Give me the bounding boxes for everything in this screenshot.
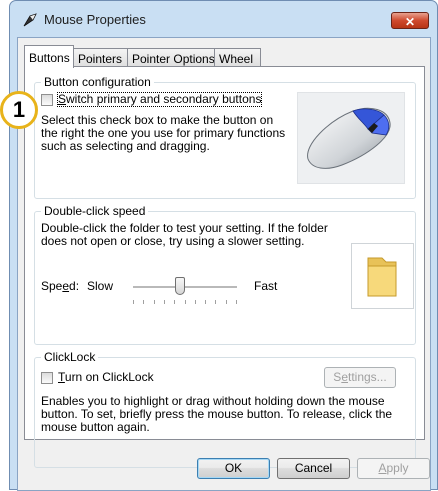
callout-badge: 1 [0, 91, 38, 129]
tab-label: Wheel [219, 52, 254, 66]
cancel-button[interactable]: Cancel [277, 458, 350, 479]
switch-buttons-checkbox[interactable] [41, 94, 53, 106]
folder-icon [367, 257, 397, 297]
mouse-properties-window: Mouse Properties ✕ Buttons Pointers Poin… [9, 0, 438, 491]
speed-slider-ticks [133, 300, 237, 304]
group-title: Double-click speed [41, 204, 149, 218]
mouse-image-frame [297, 92, 405, 184]
clicklock-description: Enables you to highlight or drag without… [41, 394, 393, 434]
tab-label: Pointers [78, 52, 123, 66]
tab-label: Buttons [29, 51, 70, 65]
tab-pointers[interactable]: Pointers [73, 48, 128, 67]
slider-tick [133, 300, 134, 304]
cancel-label: Cancel [294, 461, 333, 475]
slider-tick [143, 300, 144, 304]
tab-wheel[interactable]: Wheel [214, 48, 261, 67]
clicklock-checkbox[interactable] [41, 372, 53, 384]
group-title: ClickLock [41, 350, 99, 364]
fast-label: Fast [254, 279, 278, 293]
button-configuration-group: Button configuration Switch primary and … [34, 75, 416, 199]
slider-tick [215, 300, 216, 304]
slider-tick [174, 300, 175, 304]
close-button[interactable]: ✕ [391, 12, 429, 29]
slider-tick [236, 300, 237, 304]
slider-tick [185, 300, 186, 304]
slider-tick [226, 300, 227, 304]
clicklock-settings-button[interactable]: Settings... [324, 367, 396, 388]
speed-slider-thumb[interactable] [174, 277, 185, 295]
group-title: Button configuration [41, 75, 154, 89]
dialog-client: Buttons Pointers Pointer Options Wheel B… [17, 37, 431, 491]
buttons-tab-panel: Button configuration Switch primary and … [24, 66, 425, 468]
test-folder-frame[interactable] [351, 243, 414, 309]
slider-tick [164, 300, 165, 304]
tab-label: Pointer Options [132, 52, 215, 66]
speed-slider-track[interactable] [133, 286, 237, 289]
title-bar[interactable]: Mouse Properties ✕ [10, 1, 437, 37]
ok-button[interactable]: OK [197, 458, 270, 479]
clicklock-group: ClickLock Turn on ClickLock Settings... … [34, 350, 416, 468]
clicklock-label[interactable]: Turn on ClickLock [58, 371, 154, 384]
switch-buttons-label[interactable]: Switch primary and secondary buttons [56, 92, 263, 107]
window-title: Mouse Properties [44, 12, 146, 27]
close-icon: ✕ [404, 15, 416, 29]
apply-button[interactable]: Apply [357, 458, 430, 479]
ok-label: OK [224, 461, 243, 475]
double-click-description: Double-click the folder to test your set… [41, 221, 328, 248]
slider-tick [195, 300, 196, 304]
slider-tick [205, 300, 206, 304]
mouse-icon [307, 107, 391, 169]
tab-pointer-options[interactable]: Pointer Options [127, 48, 215, 67]
mouse-pointer-icon [23, 13, 37, 27]
callout-number: 1 [12, 97, 26, 122]
tab-buttons[interactable]: Buttons [24, 45, 74, 68]
speed-label: Speed: [41, 279, 80, 293]
double-click-speed-group: Double-click speed Double-click the fold… [34, 204, 416, 345]
button-configuration-description: Select this check box to make the button… [41, 113, 286, 153]
slow-label: Slow [87, 279, 114, 293]
slider-tick [154, 300, 155, 304]
